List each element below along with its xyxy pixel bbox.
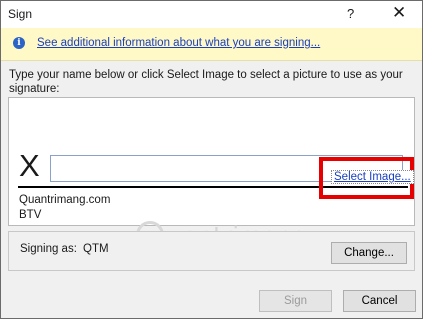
signer-title: BTV	[19, 209, 42, 221]
window-title: Sign	[8, 7, 33, 21]
instructions-text: Type your name below or click Select Ima…	[9, 69, 403, 95]
info-bar: i See additional information about what …	[1, 28, 422, 61]
select-image-link[interactable]: Select Image...	[331, 170, 414, 184]
close-icon[interactable]: ✕	[392, 3, 406, 23]
signature-x-mark: X	[19, 148, 40, 183]
signing-as-panel: Signing as: QTM Change...	[8, 231, 415, 271]
help-icon[interactable]: ?	[347, 6, 354, 21]
info-icon: i	[13, 37, 25, 49]
additional-info-link[interactable]: See additional information about what yo…	[37, 37, 320, 49]
signer-name: Quantrimang.com	[19, 194, 111, 206]
sign-button[interactable]: Sign	[259, 290, 332, 312]
signature-panel: X Select Image... Quantrimang.com BTV	[8, 97, 415, 226]
sign-dialog: Sign ? ✕ i See additional information ab…	[0, 0, 423, 319]
signing-as-value: QTM	[83, 243, 109, 255]
signing-as-label: Signing as:	[20, 243, 77, 255]
title-bar: Sign ? ✕	[1, 1, 422, 28]
cancel-button[interactable]: Cancel	[343, 290, 416, 312]
change-button[interactable]: Change...	[331, 242, 407, 264]
